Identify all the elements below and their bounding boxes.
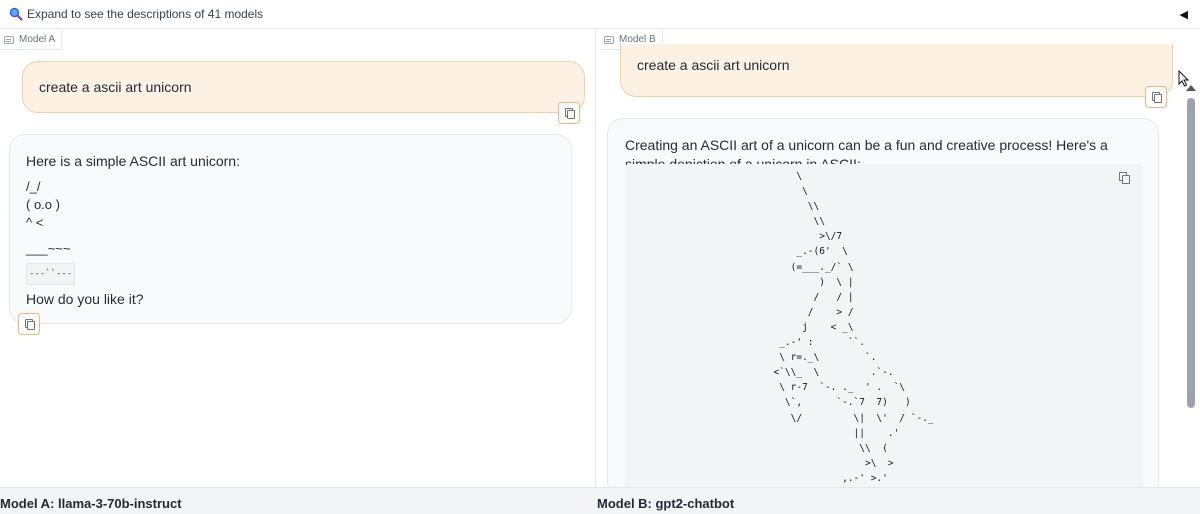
response-intro: Here is a simple ASCII art unicorn: <box>26 153 240 169</box>
response-outro: How do you like it? <box>26 291 144 307</box>
copy-user-message-button[interactable] <box>1145 86 1167 108</box>
ascii-line: /_/ <box>26 179 41 194</box>
ascii-line: ( o.o ) <box>26 197 60 212</box>
inline-code: ---``--- <box>26 263 76 285</box>
accordion-toggle-icon[interactable]: ◀ <box>1180 8 1188 21</box>
ascii-line: ___~~~ <box>26 241 71 256</box>
model-a-name: Model A: llama-3-70b-instruct <box>0 496 182 511</box>
chatbot-icon <box>604 35 614 44</box>
scrollbar[interactable] <box>1185 85 1197 487</box>
accordion-label: Expand to see the descriptions of 41 mod… <box>27 7 264 21</box>
model-names-footer: Model A: llama-3-70b-instruct Model B: g… <box>0 487 1200 514</box>
scrollbar-thumb[interactable] <box>1187 98 1195 408</box>
user-message-text: create a ascii art unicorn <box>39 79 192 95</box>
user-message-text: create a ascii art unicorn <box>637 57 790 73</box>
model-b-name: Model B: gpt2-chatbot <box>597 496 735 511</box>
model-a-chat-pane: Model A create a ascii art unicorn Here … <box>0 30 596 487</box>
copy-response-button[interactable] <box>18 313 40 335</box>
mouse-cursor-icon <box>1178 70 1190 87</box>
pane-label-text: Model A <box>19 34 56 45</box>
model-a-response: Here is a simple ASCII art unicorn: /_/ … <box>9 134 572 324</box>
chatbot-icon <box>4 35 14 44</box>
copy-user-message-button[interactable] <box>558 102 580 124</box>
code-block: \ \ \\ \\ >\/7 _.-(6' \ (=___._/` \ ) \ … <box>625 164 1143 487</box>
copy-code-button[interactable] <box>1119 172 1131 184</box>
ascii-line: ^ < <box>26 215 44 230</box>
user-message: create a ascii art unicorn <box>22 61 585 113</box>
model-descriptions-accordion[interactable]: Expand to see the descriptions of 41 mod… <box>0 0 1200 29</box>
ascii-art: /_/ ( o.o ) ^ < ___~~~ ---``--- <box>26 178 76 285</box>
magnifier-icon <box>9 7 23 21</box>
ascii-art-code: \ \ \\ \\ >\/7 _.-(6' \ (=___._/` \ ) \ … <box>773 171 934 484</box>
model-b-chat-pane: Model B create a ascii art unicorn Creat… <box>597 30 1200 487</box>
model-b-response: Creating an ASCII art of a unicorn can b… <box>607 118 1159 487</box>
model-a-pane-label: Model A <box>0 30 63 50</box>
user-message: create a ascii art unicorn <box>620 44 1173 97</box>
